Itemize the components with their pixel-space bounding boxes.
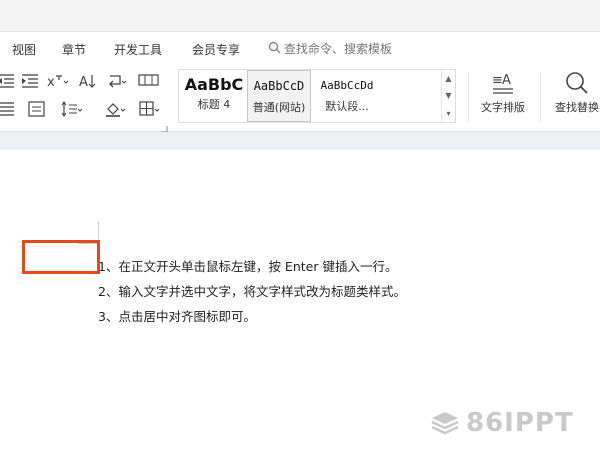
menu-member[interactable]: 会员专享 [192,41,240,58]
watermark: 86IPPT [430,408,574,438]
command-search-placeholder: 查找命令、搜索模板 [284,42,393,56]
ribbon-toolbar: x A AaBbC 标题 4 AaBbCcD 普通(网站) AaBbCcDd 默… [0,66,600,133]
show-hide-marks-icon[interactable] [106,72,128,90]
text-layout-label: 文字排版 [481,101,525,114]
command-search[interactable]: 查找命令、搜索模板 [268,40,392,57]
workspace-background [0,132,600,150]
style-sample: AaBbCcDd [320,79,374,92]
document-line[interactable]: 2、输入文字并选中文字，将文字样式改为标题类样式。 [98,281,406,300]
gallery-scrollbar[interactable]: ▲ ▼ ▾ [441,70,455,122]
title-strip [0,0,600,32]
menu-view[interactable]: 视图 [12,41,36,58]
find-replace-label: 查找替换 [555,101,599,114]
document-page[interactable] [0,150,600,450]
scroll-up-icon[interactable]: ▲ [445,74,451,83]
gallery-expand-icon[interactable]: ▾ [446,109,450,118]
magnifier-icon [566,72,588,94]
borders-icon[interactable] [138,100,160,118]
style-name: 普通(网站) [252,101,306,114]
ribbon-separator [468,72,469,122]
text-layout-button[interactable]: ≡ A 文字排版 [474,70,532,115]
text-layout-icon: ≡ A [492,73,513,94]
watermark-text: 86IPPT [466,408,574,438]
search-icon [268,41,281,57]
shading-fill-icon[interactable] [104,100,126,118]
styles-gallery: AaBbC 标题 4 AaBbCcD 普通(网站) AaBbCcDd 默认段..… [178,69,456,123]
increase-indent-icon[interactable] [20,72,42,90]
style-sample: AaBbCcD [253,79,305,93]
ribbon-separator [540,72,541,122]
style-name: 标题 4 [197,98,231,111]
svg-text:A: A [502,73,511,88]
chinese-layout-icon[interactable]: x [46,72,69,90]
sort-icon[interactable]: A [78,72,100,90]
style-default-paragraph[interactable]: AaBbCcDd 默认段... [313,70,381,122]
menu-chapter[interactable]: 章节 [62,41,86,58]
align-lines-icon[interactable] [0,100,18,118]
table-tools-icon[interactable] [138,72,160,90]
style-sample: AaBbC [184,75,244,94]
style-name: 默认段... [325,100,369,113]
decrease-indent-icon[interactable] [0,72,18,90]
find-replace-button[interactable]: 查找替换 [548,70,600,115]
menu-developer-tools[interactable]: 开发工具 [114,41,162,58]
highlight-annotation-box [22,240,100,274]
paragraph-dialog-launcher-icon[interactable] [160,118,168,133]
svg-text:x: x [47,75,55,90]
svg-text:A: A [79,75,88,90]
menu-bar: 视图 章节 开发工具 会员专享 查找命令、搜索模板 [0,32,600,66]
distributed-align-icon[interactable] [26,100,48,118]
style-normal-web[interactable]: AaBbCcD 普通(网站) [247,70,311,122]
document-line[interactable]: 1、在正文开头单击鼠标左键，按 Enter 键插入一行。 [98,256,397,275]
layers-logo-icon [431,412,459,435]
style-heading-4[interactable]: AaBbC 标题 4 [181,70,247,122]
scroll-down-icon[interactable]: ▼ [445,91,451,100]
line-spacing-icon[interactable] [60,100,83,118]
document-line[interactable]: 3、点击居中对齐图标即可。 [98,306,256,325]
